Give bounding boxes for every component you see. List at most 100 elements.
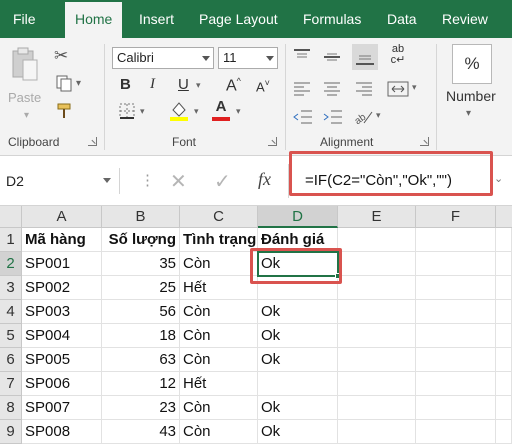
- cell-d7[interactable]: [258, 372, 338, 396]
- shrink-font-button[interactable]: A˅: [256, 78, 270, 94]
- merge-center-icon[interactable]: [386, 80, 410, 98]
- grow-font-button[interactable]: A^: [226, 76, 241, 95]
- font-color-icon[interactable]: A: [210, 98, 232, 122]
- column-header-b[interactable]: B: [102, 206, 180, 228]
- row-header[interactable]: 9: [0, 420, 22, 444]
- bottom-align-icon[interactable]: [352, 44, 378, 70]
- column-header-a[interactable]: A: [22, 206, 102, 228]
- cell-e4[interactable]: [338, 300, 416, 324]
- cell-a9[interactable]: SP008: [22, 420, 102, 444]
- cell-b3[interactable]: 25: [102, 276, 180, 300]
- tab-file[interactable]: File: [13, 0, 36, 38]
- cell-e7[interactable]: [338, 372, 416, 396]
- cell-f7[interactable]: [416, 372, 496, 396]
- cell-g4[interactable]: [496, 300, 512, 324]
- copy-icon[interactable]: [54, 74, 74, 94]
- cell-c7[interactable]: Hết: [180, 372, 258, 396]
- paste-icon[interactable]: [8, 46, 42, 86]
- cell-e8[interactable]: [338, 396, 416, 420]
- cell-b7[interactable]: 12: [102, 372, 180, 396]
- italic-button[interactable]: I: [150, 76, 155, 93]
- bold-button[interactable]: B: [120, 76, 131, 93]
- alignment-launcher-icon[interactable]: [420, 137, 429, 146]
- cell-b9[interactable]: 43: [102, 420, 180, 444]
- cell-a5[interactable]: SP004: [22, 324, 102, 348]
- tab-formulas[interactable]: Formulas: [303, 0, 361, 38]
- orientation-dropdown-icon[interactable]: ▾: [376, 110, 381, 121]
- cell-f6[interactable]: [416, 348, 496, 372]
- cell-g5[interactable]: [496, 324, 512, 348]
- percent-icon[interactable]: %: [452, 44, 492, 84]
- cell-c6[interactable]: Còn: [180, 348, 258, 372]
- top-align-icon[interactable]: [292, 48, 312, 66]
- cell-g6[interactable]: [496, 348, 512, 372]
- cell-c5[interactable]: Còn: [180, 324, 258, 348]
- underline-button[interactable]: U: [178, 76, 189, 93]
- cell-c1[interactable]: Tình trạng: [180, 228, 258, 252]
- orientation-icon[interactable]: ab: [352, 108, 374, 127]
- row-header[interactable]: 7: [0, 372, 22, 396]
- cell-e6[interactable]: [338, 348, 416, 372]
- cell-e2[interactable]: [338, 252, 416, 276]
- select-all-corner[interactable]: [0, 206, 22, 228]
- tab-insert[interactable]: Insert: [139, 0, 174, 38]
- cell-g1[interactable]: [496, 228, 512, 252]
- font-launcher-icon[interactable]: [268, 137, 277, 146]
- cell-a4[interactable]: SP003: [22, 300, 102, 324]
- paste-button[interactable]: Paste: [8, 90, 41, 105]
- tab-data[interactable]: Data: [387, 0, 417, 38]
- clipboard-launcher-icon[interactable]: [88, 137, 97, 146]
- decrease-indent-icon[interactable]: [292, 108, 314, 126]
- cell-a3[interactable]: SP002: [22, 276, 102, 300]
- cell-d9[interactable]: Ok: [258, 420, 338, 444]
- tab-page-layout[interactable]: Page Layout: [199, 0, 278, 38]
- cell-g3[interactable]: [496, 276, 512, 300]
- column-header-f[interactable]: F: [416, 206, 496, 228]
- cell-a8[interactable]: SP007: [22, 396, 102, 420]
- cell-a7[interactable]: SP006: [22, 372, 102, 396]
- font-name-dropdown[interactable]: Calibri: [112, 47, 214, 69]
- tab-home[interactable]: Home: [65, 2, 123, 38]
- middle-align-icon[interactable]: [322, 48, 342, 66]
- cell-b8[interactable]: 23: [102, 396, 180, 420]
- cell-b1[interactable]: Số lượng: [102, 228, 180, 252]
- cell-a1[interactable]: Mã hàng: [22, 228, 102, 252]
- cell-g7[interactable]: [496, 372, 512, 396]
- borders-dropdown-icon[interactable]: ▾: [140, 106, 145, 117]
- cell-g2[interactable]: [496, 252, 512, 276]
- column-header-g[interactable]: [496, 206, 512, 228]
- row-header[interactable]: 1: [0, 228, 22, 252]
- cell-c3[interactable]: Hết: [180, 276, 258, 300]
- cell-d8[interactable]: Ok: [258, 396, 338, 420]
- cell-c8[interactable]: Còn: [180, 396, 258, 420]
- font-color-dropdown-icon[interactable]: ▾: [236, 106, 241, 117]
- cell-f5[interactable]: [416, 324, 496, 348]
- borders-icon[interactable]: [118, 102, 136, 120]
- cell-c2[interactable]: Còn: [180, 252, 258, 276]
- cell-e1[interactable]: [338, 228, 416, 252]
- cell-f2[interactable]: [416, 252, 496, 276]
- paste-dropdown-icon[interactable]: ▾: [24, 110, 29, 121]
- cell-f3[interactable]: [416, 276, 496, 300]
- wrap-text-icon[interactable]: ab c↵: [388, 44, 408, 66]
- column-header-e[interactable]: E: [338, 206, 416, 228]
- copy-dropdown-icon[interactable]: ▾: [76, 78, 81, 89]
- font-size-dropdown[interactable]: 11: [218, 47, 278, 69]
- column-header-d[interactable]: D: [258, 206, 338, 228]
- cell-b4[interactable]: 56: [102, 300, 180, 324]
- cell-b2[interactable]: 35: [102, 252, 180, 276]
- enter-icon[interactable]: ✓: [214, 169, 231, 194]
- row-header[interactable]: 8: [0, 396, 22, 420]
- column-header-c[interactable]: C: [180, 206, 258, 228]
- cell-e9[interactable]: [338, 420, 416, 444]
- cell-f9[interactable]: [416, 420, 496, 444]
- cell-f8[interactable]: [416, 396, 496, 420]
- cell-e3[interactable]: [338, 276, 416, 300]
- cell-g9[interactable]: [496, 420, 512, 444]
- row-header[interactable]: 2: [0, 252, 22, 276]
- expand-formula-bar-icon[interactable]: ⌄: [494, 172, 503, 185]
- cell-d5[interactable]: Ok: [258, 324, 338, 348]
- cell-e5[interactable]: [338, 324, 416, 348]
- fill-color-icon[interactable]: [168, 98, 190, 122]
- cell-f4[interactable]: [416, 300, 496, 324]
